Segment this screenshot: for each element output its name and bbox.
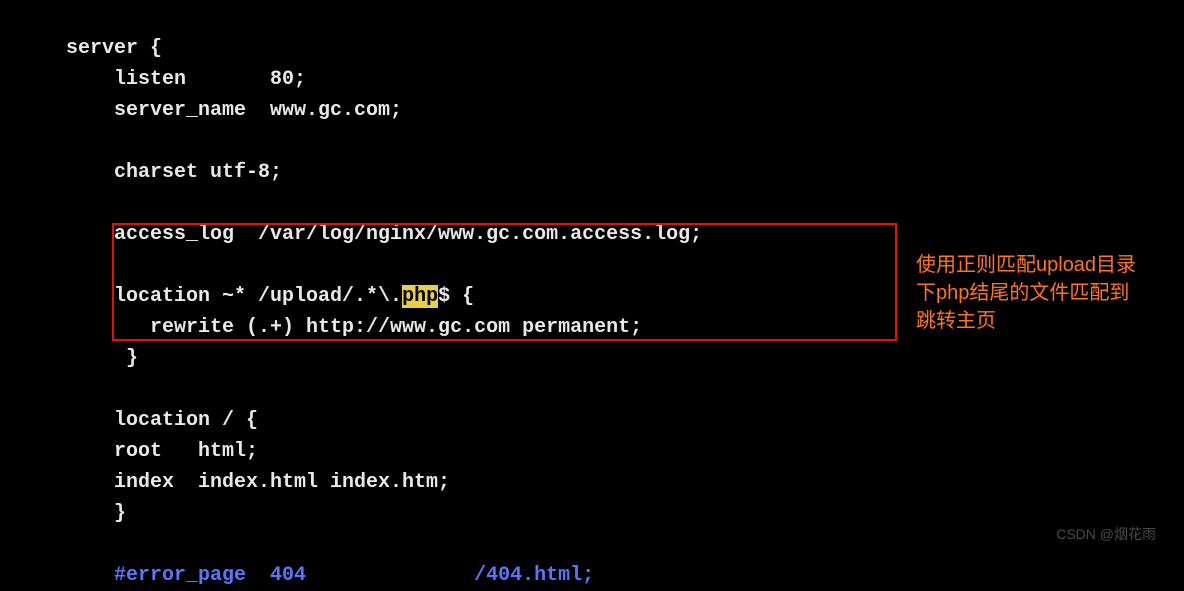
annotation-line: 使用正则匹配upload目录 <box>916 251 1166 279</box>
code-line: server_name www.gc.com; <box>66 99 402 122</box>
code-line: location ~* /upload/.*\.php$ { <box>66 285 474 308</box>
search-highlight: php <box>402 285 438 308</box>
code-line: location / { <box>66 409 258 432</box>
annotation-line: 跳转主页 <box>916 307 1166 335</box>
code-line: rewrite (.+) http://www.gc.com permanent… <box>66 316 642 339</box>
code-line: server { <box>66 37 162 60</box>
watermark-text: CSDN @烟花雨 <box>1056 524 1156 544</box>
code-line: listen 80; <box>66 68 306 91</box>
code-line-comment: #error_page 404 /404.html; <box>66 564 594 587</box>
code-line: root html; <box>66 440 258 463</box>
annotation-text: 使用正则匹配upload目录 下php结尾的文件匹配到 跳转主页 <box>916 251 1166 335</box>
code-line: index index.html index.htm; <box>66 471 450 494</box>
code-line: access_log /var/log/nginx/www.gc.com.acc… <box>66 223 702 246</box>
annotation-line: 下php结尾的文件匹配到 <box>916 279 1166 307</box>
code-line: } <box>66 502 126 525</box>
code-line: } <box>66 347 138 370</box>
code-line: charset utf-8; <box>66 161 282 184</box>
